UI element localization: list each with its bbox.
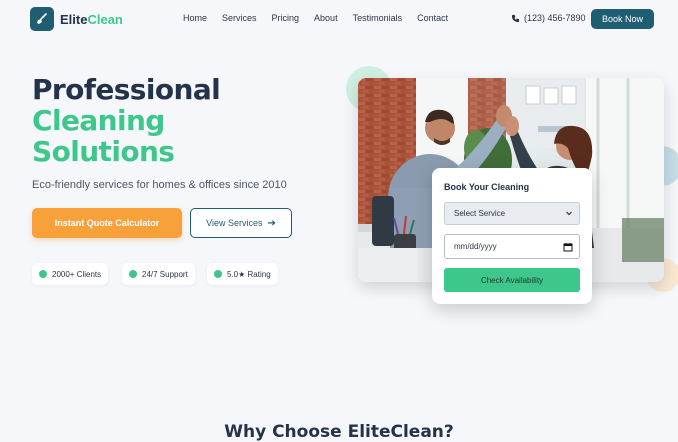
hero-title: Professional Cleaning Solutions bbox=[32, 73, 221, 168]
check-icon bbox=[39, 270, 47, 278]
phone-icon bbox=[511, 14, 520, 22]
booking-card-title: Book Your Cleaning bbox=[444, 182, 530, 192]
hero-title-line3: Solutions bbox=[32, 135, 175, 168]
brand-name-part1: Elite bbox=[60, 11, 88, 27]
date-input[interactable]: mm/dd/yyyy bbox=[444, 234, 580, 259]
phone-number: (123) 456-7890 bbox=[524, 13, 586, 23]
book-now-button[interactable]: Book Now bbox=[591, 9, 654, 29]
nav-link-contact[interactable]: Contact bbox=[417, 13, 448, 23]
logo[interactable]: EliteClean bbox=[30, 7, 123, 31]
service-select[interactable]: Select Service bbox=[444, 202, 580, 225]
broom-icon bbox=[30, 7, 54, 31]
nav-link-pricing[interactable]: Pricing bbox=[272, 13, 300, 23]
section-title: Why Choose EliteClean? bbox=[224, 422, 454, 442]
badge-label: 2000+ Clients bbox=[52, 269, 102, 279]
check-icon bbox=[129, 270, 137, 278]
badge-label: 5.0★ Rating bbox=[227, 269, 271, 279]
rating-badge: 5.0★ Rating bbox=[207, 263, 278, 285]
nav-link-home[interactable]: Home bbox=[183, 13, 207, 23]
nav-link-services[interactable]: Services bbox=[222, 13, 257, 23]
nav-link-testimonials[interactable]: Testimonials bbox=[353, 13, 403, 23]
date-input-value: mm/dd/yyyy bbox=[454, 242, 497, 251]
nav-link-about[interactable]: About bbox=[314, 13, 338, 23]
view-services-button[interactable]: View Services ➔ bbox=[190, 208, 292, 238]
service-select-value: Select Service bbox=[454, 209, 506, 218]
check-icon bbox=[214, 270, 222, 278]
check-availability-button[interactable]: Check Availability bbox=[444, 268, 580, 292]
top-navbar: EliteClean Home Services Pricing About T… bbox=[0, 0, 678, 38]
hero-title-line2: Cleaning bbox=[32, 104, 165, 137]
quote-calculator-button[interactable]: Instant Quote Calculator bbox=[32, 208, 182, 238]
hero-subtitle: Eco-friendly services for homes & office… bbox=[32, 179, 287, 191]
calendar-icon[interactable] bbox=[563, 242, 573, 252]
brand-name-part2: Clean bbox=[87, 11, 123, 27]
arrow-right-icon: ➔ bbox=[267, 217, 276, 229]
chevron-down-icon bbox=[566, 211, 572, 216]
hero-title-line1: Professional bbox=[32, 73, 221, 106]
badge-label: 24/7 Support bbox=[142, 269, 188, 279]
nav-links: Home Services Pricing About Testimonials… bbox=[183, 13, 463, 23]
booking-card: Book Your Cleaning Select Service mm/dd/… bbox=[432, 168, 592, 304]
brand-name: EliteClean bbox=[60, 12, 123, 27]
view-services-label: View Services bbox=[206, 218, 263, 228]
clients-badge: 2000+ Clients bbox=[32, 263, 109, 285]
support-badge: 24/7 Support bbox=[122, 263, 195, 285]
phone-link[interactable]: (123) 456-7890 bbox=[511, 13, 586, 23]
